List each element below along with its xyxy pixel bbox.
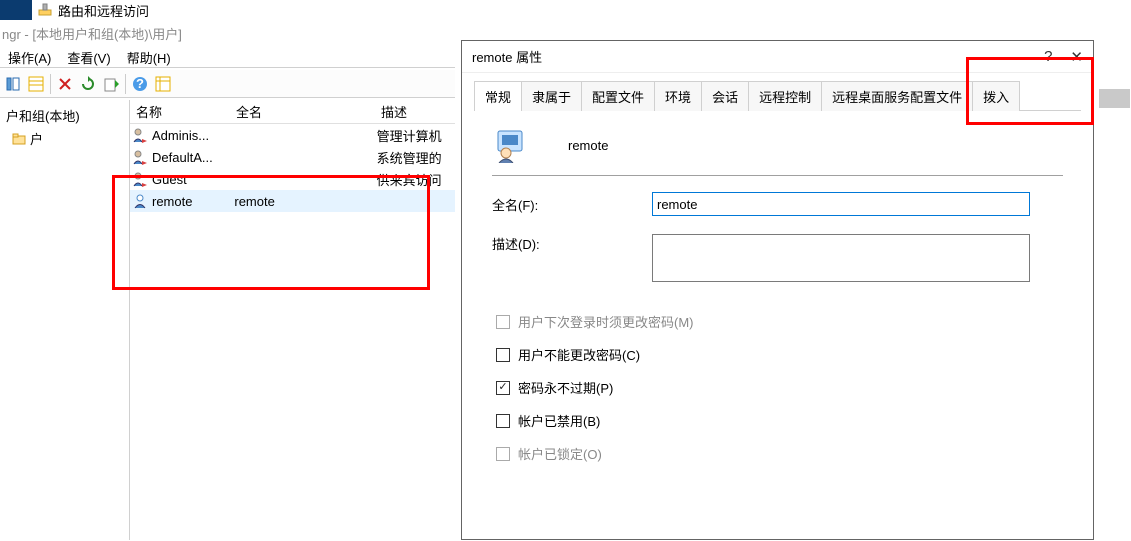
checkbox-locked <box>496 447 510 461</box>
checkbox-must-change <box>496 315 510 329</box>
taskbar-label: 路由和远程访问 <box>58 1 149 20</box>
user-icon <box>132 127 148 143</box>
menu-view[interactable]: 查看(V) <box>59 46 118 67</box>
col-fullname[interactable]: 全名 <box>230 100 375 123</box>
tab-general[interactable]: 常规 <box>474 81 522 111</box>
background-strip <box>1099 89 1130 108</box>
toolbar-help-icon[interactable]: ? <box>129 73 151 95</box>
dialog-body: remote 全名(F): 描述(D): 用户下次登录时须更改密码(M) 用户不… <box>462 111 1093 489</box>
menu-action[interactable]: 操作(A) <box>0 46 59 67</box>
tab-rds-profile[interactable]: 远程桌面服务配置文件 <box>821 81 973 111</box>
tree-root[interactable]: 户和组(本地) <box>4 104 125 127</box>
list-row[interactable]: remote remote <box>130 190 455 212</box>
tree-folder-label: 户 <box>30 129 43 148</box>
folder-icon <box>12 132 26 146</box>
label-never-expire: 密码永不过期(P) <box>518 378 613 397</box>
dialog-username: remote <box>568 138 608 153</box>
taskbar-item[interactable]: 路由和远程访问 <box>0 0 149 20</box>
tree-panel: 户和组(本地) 户 <box>0 100 130 540</box>
dialog-titlebar: remote 属性 ? ✕ <box>462 41 1093 73</box>
taskbar-app-icon-bg <box>0 0 32 20</box>
menubar: 操作(A) 查看(V) 帮助(H) <box>0 46 455 68</box>
user-icon <box>132 171 148 187</box>
tree-folder-users[interactable]: 户 <box>8 127 125 150</box>
label-must-change: 用户下次登录时须更改密码(M) <box>518 312 694 331</box>
toolbar: ? <box>0 70 455 98</box>
fullname-input[interactable] <box>652 192 1030 216</box>
label-cannot-change: 用户不能更改密码(C) <box>518 345 640 364</box>
checkbox-disabled[interactable] <box>496 414 510 428</box>
list-panel: 名称 全名 描述 Adminis... 管理计算机 DefaultA... 系统… <box>130 100 455 540</box>
description-label: 描述(D): <box>492 234 652 253</box>
menu-help[interactable]: 帮助(H) <box>119 46 179 67</box>
col-name[interactable]: 名称 <box>130 100 230 123</box>
rras-icon <box>36 1 54 19</box>
tab-session[interactable]: 会话 <box>701 81 749 111</box>
tab-memberof[interactable]: 隶属于 <box>521 81 582 111</box>
list-row[interactable]: Adminis... 管理计算机 <box>130 124 455 146</box>
checkbox-cannot-change[interactable] <box>496 348 510 362</box>
dialog-close-button[interactable]: ✕ <box>1070 48 1083 66</box>
user-icon <box>132 193 148 209</box>
tab-profile[interactable]: 配置文件 <box>581 81 655 111</box>
label-locked: 帐户已锁定(O) <box>518 444 602 463</box>
tab-dialin[interactable]: 拨入 <box>972 81 1020 111</box>
dialog-separator <box>492 175 1063 176</box>
tabstrip: 常规 隶属于 配置文件 环境 会话 远程控制 远程桌面服务配置文件 拨入 <box>474 81 1081 111</box>
label-disabled: 帐户已禁用(B) <box>518 411 600 430</box>
toolbar-refresh-icon[interactable] <box>77 73 99 95</box>
description-input[interactable] <box>652 234 1030 282</box>
tab-environment[interactable]: 环境 <box>654 81 702 111</box>
list-row[interactable]: DefaultA... 系统管理的 <box>130 146 455 168</box>
list-row[interactable]: Guest 供来宾访问 <box>130 168 455 190</box>
toolbar-details-icon[interactable] <box>25 73 47 95</box>
list-header: 名称 全名 描述 <box>130 100 455 124</box>
col-desc[interactable]: 描述 <box>375 100 455 123</box>
tab-remote-control[interactable]: 远程控制 <box>748 81 822 111</box>
checkbox-never-expire[interactable] <box>496 381 510 395</box>
svg-text:?: ? <box>136 76 144 91</box>
user-large-icon <box>492 127 528 163</box>
dialog-title: remote 属性 <box>472 47 542 66</box>
properties-dialog: remote 属性 ? ✕ 常规 隶属于 配置文件 环境 会话 远程控制 远程桌… <box>461 40 1094 540</box>
user-icon <box>132 149 148 165</box>
toolbar-list-icon[interactable] <box>152 73 174 95</box>
fullname-label: 全名(F): <box>492 195 652 214</box>
toolbar-delete-icon[interactable] <box>54 73 76 95</box>
dialog-help-button[interactable]: ? <box>1044 48 1052 65</box>
toolbar-nav-icon[interactable] <box>2 73 24 95</box>
mmc-window-title: ngr - [本地用户和组(本地)\用户] <box>0 24 182 43</box>
toolbar-export-icon[interactable] <box>100 73 122 95</box>
